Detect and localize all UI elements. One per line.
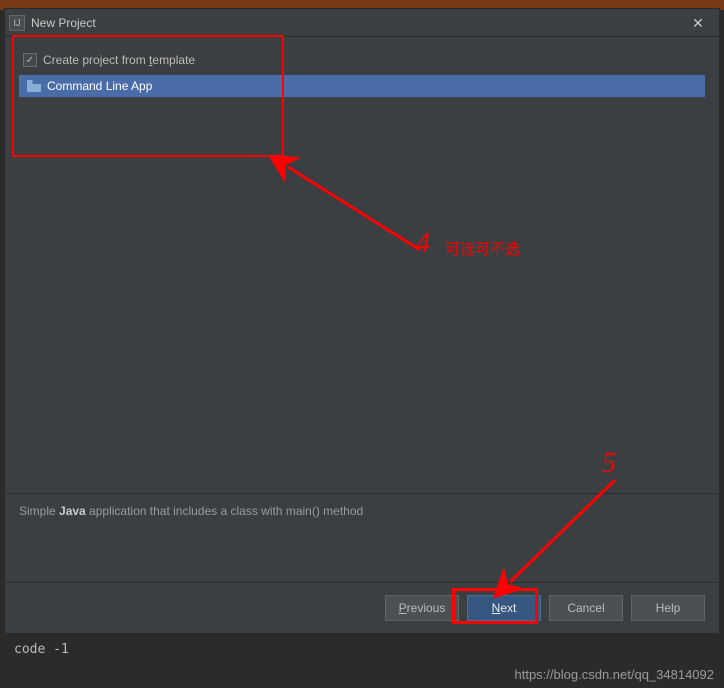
- titlebar: IJ New Project ✕: [5, 9, 719, 37]
- template-item-label: Command Line App: [47, 79, 152, 93]
- close-button[interactable]: ✕: [677, 9, 719, 37]
- button-row: Previous Next Cancel Help: [5, 583, 719, 633]
- next-button[interactable]: Next: [467, 595, 541, 621]
- checkbox-label: Create project from template: [43, 53, 195, 67]
- help-button[interactable]: Help: [631, 595, 705, 621]
- cancel-button[interactable]: Cancel: [549, 595, 623, 621]
- dialog-title: New Project: [31, 16, 96, 30]
- previous-button[interactable]: Previous: [385, 595, 459, 621]
- template-item-command-line-app[interactable]: Command Line App: [19, 75, 705, 97]
- template-description: Simple Java application that includes a …: [5, 493, 719, 583]
- console-output: code -1: [14, 642, 69, 657]
- folder-icon: [27, 80, 41, 92]
- close-icon: ✕: [692, 15, 704, 32]
- dialog-content: ✓ Create project from template Command L…: [5, 37, 719, 583]
- create-from-template-checkbox[interactable]: ✓: [23, 53, 37, 67]
- create-from-template-row[interactable]: ✓ Create project from template: [19, 47, 705, 75]
- new-project-dialog: IJ New Project ✕ ✓ Create project from t…: [4, 8, 720, 634]
- app-icon: IJ: [9, 15, 25, 31]
- template-list: Command Line App: [19, 75, 705, 97]
- list-spacer: [19, 97, 705, 493]
- watermark: https://blog.csdn.net/qq_34814092: [515, 667, 715, 682]
